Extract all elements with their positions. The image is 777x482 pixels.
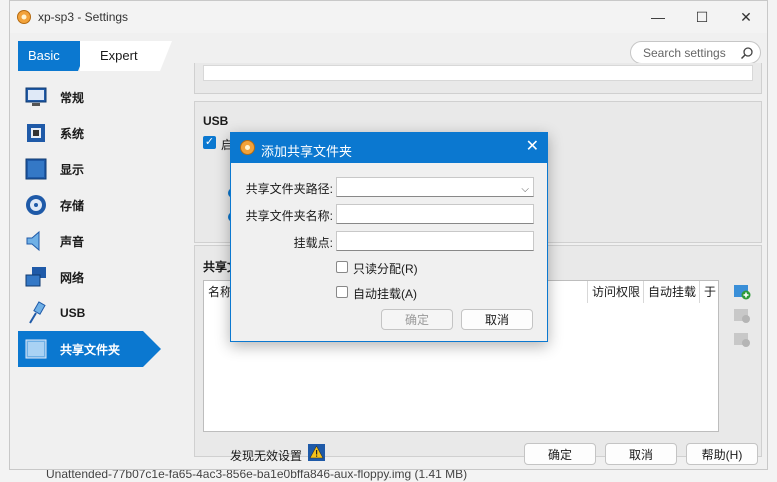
sidebar-item-display[interactable]: 显示 [18, 151, 188, 187]
sidebar-item-label: 显示 [60, 162, 85, 177]
mount-point-label: 挂载点: [293, 236, 333, 250]
column-header-at[interactable]: 于 [700, 281, 718, 303]
dialog-cancel-button[interactable]: 取消 [461, 309, 533, 330]
automount-checkbox[interactable] [336, 286, 348, 298]
background-window-edge-bottom: Unattended-77b07c1e-fa65-4ac3-856e-ba1e0… [0, 470, 777, 482]
sidebar-item-label: 共享文件夹 [60, 342, 121, 357]
tab-basic[interactable]: Basic [18, 41, 90, 71]
usb-icon [29, 301, 46, 324]
speaker-icon [26, 230, 40, 252]
readonly-label[interactable]: 只读分配(R) [353, 260, 418, 277]
chevron-down-icon[interactable]: ⌵ [521, 181, 529, 199]
network-icon [25, 267, 46, 287]
sidebar-item-label: 系统 [60, 126, 85, 141]
background-window-edge-left [0, 0, 9, 482]
virtualbox-gear-icon [240, 140, 255, 155]
sidebar-item-label: 声音 [60, 234, 85, 249]
ok-button[interactable]: 确定 [524, 443, 596, 465]
folder-name-label: 共享文件夹名称: [245, 209, 333, 223]
warning-icon[interactable] [308, 444, 325, 461]
readonly-checkbox[interactable] [336, 261, 348, 273]
display-icon [25, 158, 47, 180]
sidebar-item-shared-folders[interactable]: 共享文件夹 [18, 331, 161, 367]
automount-label[interactable]: 自动挂载(A) [353, 285, 417, 302]
dialog-ok-button[interactable]: 确定 [381, 309, 453, 330]
sidebar-item-label: 常规 [60, 90, 85, 105]
sidebar-item-general[interactable]: 常规 [18, 79, 188, 115]
remove-folder-icon[interactable] [733, 330, 751, 348]
dialog-title: 添加共享文件夹 [261, 144, 353, 159]
mode-tabs: Basic Expert [18, 41, 172, 71]
sidebar: 常规 系统 显示 存储 声音 网络 USB 共享文件夹 [18, 79, 188, 367]
sidebar-item-network[interactable]: 网络 [18, 259, 188, 295]
sidebar-item-system[interactable]: 系统 [18, 115, 188, 151]
sidebar-item-usb[interactable]: USB [18, 295, 188, 331]
folder-path-label: 共享文件夹路径: [245, 182, 333, 196]
search-input[interactable] [641, 45, 740, 61]
column-header-automount[interactable]: 自动挂载 [644, 281, 700, 303]
add-shared-folder-dialog: 添加共享文件夹 ✕ 共享文件夹路径: ⌵ 共享文件夹名称: 挂载点: 只读分配(… [230, 132, 548, 342]
search-box[interactable] [630, 41, 761, 64]
minimize-button[interactable]: — [636, 1, 680, 33]
help-button[interactable]: 帮助(H) [686, 443, 758, 465]
background-window-edge-right [768, 0, 777, 482]
background-text: Unattended-77b07c1e-fa65-4ac3-856e-ba1e0… [46, 470, 468, 481]
mount-point-input[interactable] [336, 231, 534, 251]
window-title: xp-sp3 - Settings [38, 10, 129, 24]
usb-section-title: USB [203, 114, 229, 128]
dialog-title-bar[interactable]: 添加共享文件夹 ✕ [231, 133, 547, 163]
cancel-button[interactable]: 取消 [605, 443, 677, 465]
chip-icon [27, 124, 45, 142]
maximize-button[interactable]: ☐ [680, 1, 724, 33]
search-icon[interactable] [740, 46, 754, 60]
sidebar-item-label: 网络 [60, 270, 85, 285]
folder-name-input[interactable] [336, 204, 534, 224]
close-button[interactable]: ✕ [724, 1, 768, 33]
sidebar-item-label: USB [60, 306, 86, 320]
previous-section-field [203, 65, 753, 81]
previous-section-box [194, 63, 762, 94]
dialog-close-icon[interactable]: ✕ [526, 139, 539, 155]
virtualbox-gear-icon [17, 10, 31, 24]
sidebar-item-storage[interactable]: 存储 [18, 187, 188, 223]
title-bar[interactable]: xp-sp3 - Settings — ☐ ✕ [10, 1, 767, 33]
folder-icon [25, 339, 47, 359]
sidebar-item-audio[interactable]: 声音 [18, 223, 188, 259]
edit-folder-icon[interactable] [733, 306, 751, 324]
folder-path-combobox[interactable]: ⌵ [336, 177, 534, 197]
usb-enable-checkbox[interactable]: ✓ [203, 136, 216, 149]
add-folder-icon[interactable] [733, 282, 751, 300]
tab-expert[interactable]: Expert [80, 41, 172, 71]
column-header-access[interactable]: 访问权限 [588, 281, 644, 303]
invalid-settings-label: 发现无效设置 [230, 449, 303, 463]
sidebar-item-label: 存储 [60, 198, 85, 213]
monitor-icon [25, 87, 47, 106]
disk-icon [26, 195, 46, 215]
